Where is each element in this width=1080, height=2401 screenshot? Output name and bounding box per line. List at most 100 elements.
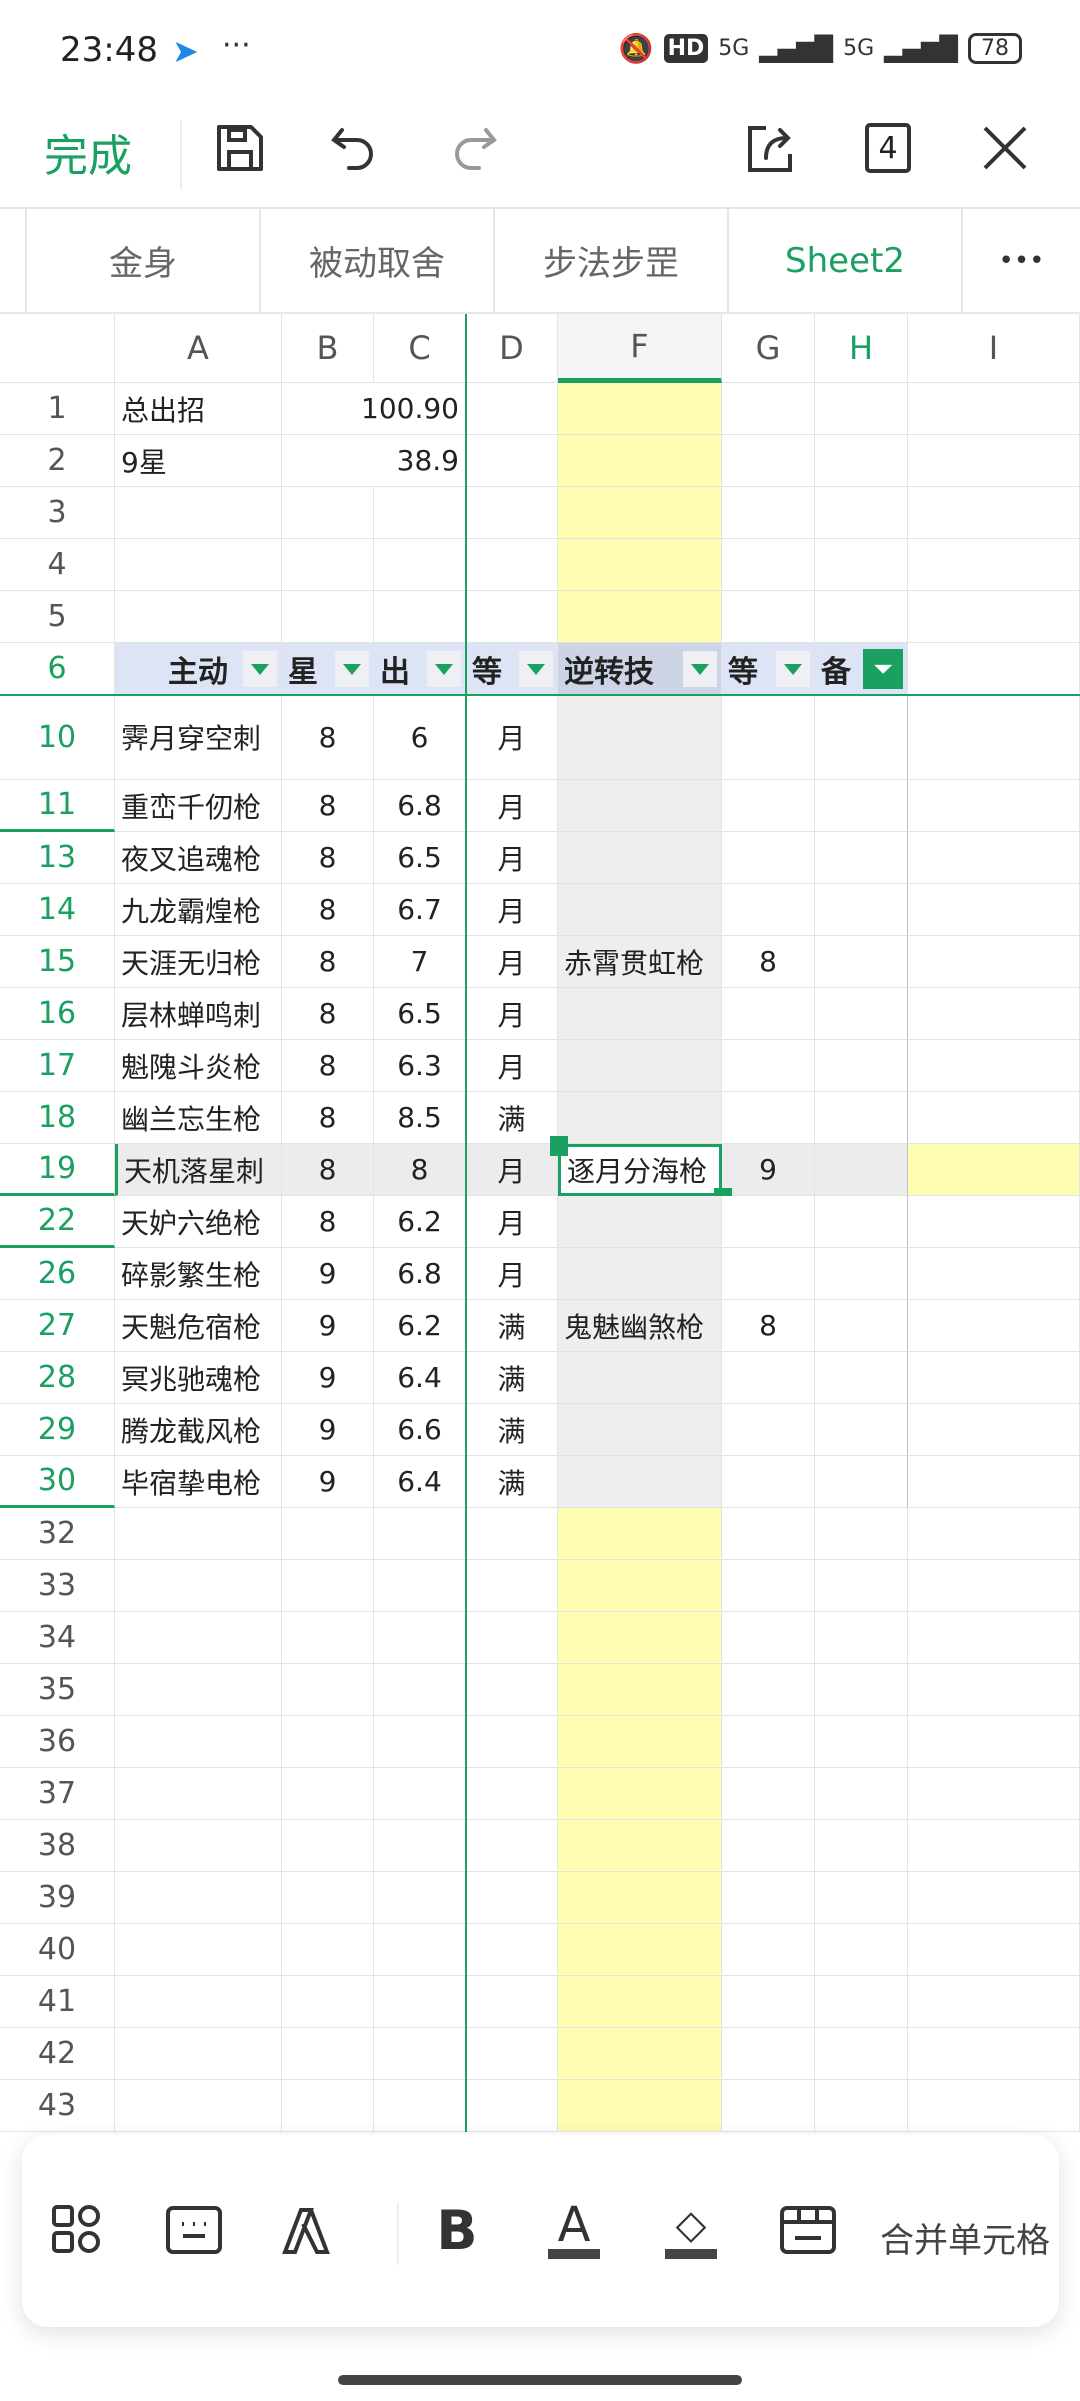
cell-a35[interactable] — [115, 1664, 282, 1716]
cell-f37[interactable] — [558, 1768, 722, 1820]
cell-c15[interactable]: 7 — [374, 936, 466, 988]
cell-b27[interactable]: 9 — [282, 1300, 374, 1352]
cell-d16[interactable]: 月 — [466, 988, 558, 1040]
cell-a30[interactable]: 毕宿挚电枪 — [115, 1456, 282, 1508]
row-header-38[interactable]: 38 — [0, 1820, 115, 1872]
cell-g11[interactable] — [722, 780, 815, 832]
cell-c28[interactable]: 6.4 — [374, 1352, 466, 1404]
freeze-row-line[interactable] — [0, 694, 1080, 696]
cell-c35[interactable] — [374, 1664, 466, 1716]
cell-h28[interactable] — [815, 1352, 908, 1404]
cell-a14[interactable]: 九龙霸煌枪 — [115, 884, 282, 936]
cell-a39[interactable] — [115, 1872, 282, 1924]
cell-f3[interactable] — [558, 487, 722, 539]
cell-d27[interactable]: 满 — [466, 1300, 558, 1352]
cell-h43[interactable] — [815, 2080, 908, 2132]
cell-b15[interactable]: 8 — [282, 936, 374, 988]
cell-i10[interactable] — [908, 695, 1080, 780]
cell-g16[interactable] — [722, 988, 815, 1040]
cell-d10[interactable]: 月 — [466, 695, 558, 780]
cell-a11[interactable]: 重峦千仞枪 — [115, 780, 282, 832]
cell-g40[interactable] — [722, 1924, 815, 1976]
done-button[interactable]: 完成 — [44, 120, 132, 184]
cell-h11[interactable] — [815, 780, 908, 832]
cell-g41[interactable] — [722, 1976, 815, 2028]
cell-d26[interactable]: 月 — [466, 1248, 558, 1300]
cell-b30[interactable]: 9 — [282, 1456, 374, 1508]
cell-i32[interactable] — [908, 1508, 1080, 1560]
row-header-16[interactable]: 16 — [0, 988, 115, 1040]
filter-dropdown-icon[interactable] — [519, 651, 553, 687]
cell-a27[interactable]: 天魁危宿枪 — [115, 1300, 282, 1352]
cell-i22[interactable] — [908, 1196, 1080, 1248]
row-header-15[interactable]: 15 — [0, 936, 115, 988]
cell-c11[interactable]: 6.8 — [374, 780, 466, 832]
cell-h4[interactable] — [815, 539, 908, 591]
cell-i36[interactable] — [908, 1716, 1080, 1768]
row-header-18[interactable]: 18 — [0, 1092, 115, 1144]
cell-c40[interactable] — [374, 1924, 466, 1976]
cell-d19[interactable]: 月 — [466, 1144, 558, 1196]
row-header-32[interactable]: 32 — [0, 1508, 115, 1560]
cell-f30[interactable] — [558, 1456, 722, 1508]
apps-grid-icon[interactable] — [42, 2195, 112, 2265]
cell-i35[interactable] — [908, 1664, 1080, 1716]
cell-h34[interactable] — [815, 1612, 908, 1664]
cell-f43[interactable] — [558, 2080, 722, 2132]
cell-d43[interactable] — [466, 2080, 558, 2132]
cell-f32[interactable] — [558, 1508, 722, 1560]
cell-d4[interactable] — [466, 539, 558, 591]
cell-b40[interactable] — [282, 1924, 374, 1976]
cell-i1[interactable] — [908, 383, 1080, 435]
selected-cell-f19[interactable]: 逐月分海枪 — [558, 1144, 722, 1196]
table-header-2[interactable]: 星 — [282, 643, 374, 695]
cell-i27[interactable] — [908, 1300, 1080, 1352]
active-filter-icon[interactable]: ⏷ — [863, 649, 903, 689]
save-icon[interactable] — [210, 118, 270, 178]
cell-f36[interactable] — [558, 1716, 722, 1768]
cell-b3[interactable] — [282, 487, 374, 539]
tab-jinshen[interactable]: 金身 — [25, 209, 259, 312]
cell-h39[interactable] — [815, 1872, 908, 1924]
cell-f13[interactable] — [558, 832, 722, 884]
row-header-41[interactable]: 41 — [0, 1976, 115, 2028]
corner-cell[interactable] — [0, 314, 115, 383]
row-header-17[interactable]: 17 — [0, 1040, 115, 1092]
column-header-a[interactable]: A — [115, 314, 282, 383]
cell-h32[interactable] — [815, 1508, 908, 1560]
row-header-28[interactable]: 28 — [0, 1352, 115, 1404]
row-header-30[interactable]: 30 — [0, 1456, 115, 1508]
cell-g17[interactable] — [722, 1040, 815, 1092]
cell-f14[interactable] — [558, 884, 722, 936]
cell-a28[interactable]: 冥兆驰魂枪 — [115, 1352, 282, 1404]
cell-h30[interactable] — [815, 1456, 908, 1508]
cell-b35[interactable] — [282, 1664, 374, 1716]
cell-c10[interactable]: 6 — [374, 695, 466, 780]
cell-i4[interactable] — [908, 539, 1080, 591]
cell-a18[interactable]: 幽兰忘生枪 — [115, 1092, 282, 1144]
cell-a36[interactable] — [115, 1716, 282, 1768]
row-header-43[interactable]: 43 — [0, 2080, 115, 2132]
cell-g26[interactable] — [722, 1248, 815, 1300]
cell-h26[interactable] — [815, 1248, 908, 1300]
cell-i5[interactable] — [908, 591, 1080, 643]
row-header-6[interactable]: 6 — [0, 643, 115, 695]
cell-h38[interactable] — [815, 1820, 908, 1872]
cell-g10[interactable] — [722, 695, 815, 780]
row-header-27[interactable]: 27 — [0, 1300, 115, 1352]
column-header-c[interactable]: C — [374, 314, 466, 383]
cell-a16[interactable]: 层林蝉鸣刺 — [115, 988, 282, 1040]
share-icon[interactable] — [740, 118, 800, 178]
cell-i33[interactable] — [908, 1560, 1080, 1612]
cell-h37[interactable] — [815, 1768, 908, 1820]
cell-b11[interactable]: 8 — [282, 780, 374, 832]
cell-h40[interactable] — [815, 1924, 908, 1976]
tab-sheet2[interactable]: Sheet2 — [727, 209, 961, 312]
cell-f28[interactable] — [558, 1352, 722, 1404]
cell-c5[interactable] — [374, 591, 466, 643]
cell-h33[interactable] — [815, 1560, 908, 1612]
cell-c26[interactable]: 6.8 — [374, 1248, 466, 1300]
cell-f29[interactable] — [558, 1404, 722, 1456]
cell-h19[interactable] — [815, 1144, 908, 1196]
cell-b43[interactable] — [282, 2080, 374, 2132]
